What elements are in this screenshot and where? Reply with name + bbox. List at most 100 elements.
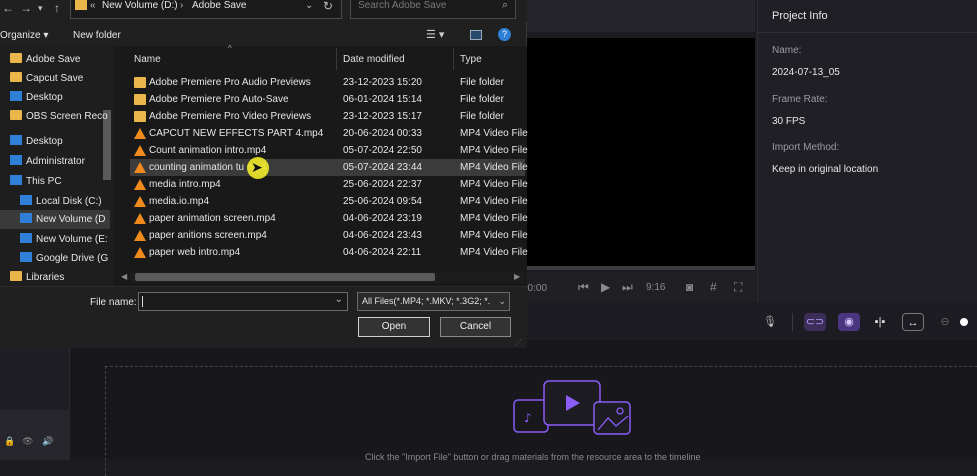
preview-progress[interactable] — [520, 266, 755, 270]
file-row[interactable]: counting animation tu mp4 05-07-2024 23:4… — [130, 159, 528, 176]
file-row[interactable]: paper web intro.mp4 04-06-2024 22:11 MP4 V… — [130, 244, 528, 261]
open-button[interactable]: Open — [358, 317, 430, 337]
resize-grip-icon[interactable]: ⋰ — [514, 338, 522, 347]
refresh-icon[interactable]: ↻ — [323, 0, 333, 13]
scroll-left-icon[interactable]: ◀ — [121, 272, 127, 281]
nav-item-label: Capcut Save — [26, 73, 84, 84]
folder-icon — [10, 72, 22, 82]
file-type: MP4 Video File — [460, 128, 528, 139]
file-row[interactable]: media.io.mp4 25-06-2024 09:54 MP4 Video Fi… — [130, 193, 528, 210]
up-icon[interactable]: ↑ — [54, 1, 60, 15]
prev-frame-icon[interactable]: ⏮ — [578, 280, 589, 295]
mouse-cursor-icon: ➤ — [251, 159, 263, 175]
view-menu-icon[interactable]: ☰ ▾ — [426, 28, 444, 41]
new-folder-button[interactable]: New folder — [73, 30, 121, 41]
player-controls — [520, 272, 755, 302]
file-type: MP4 Video File — [460, 196, 528, 207]
back-icon[interactable]: ← — [2, 1, 14, 15]
file-type: MP4 Video File — [460, 145, 528, 156]
organize-button[interactable]: Organize ▾ — [0, 30, 48, 41]
name-value: 2024-07-13_05 — [772, 67, 840, 78]
eye-icon[interactable]: 👁 — [22, 436, 33, 447]
breadcrumb-item[interactable]: Adobe Save — [192, 0, 247, 11]
nav-item-label: Desktop — [26, 136, 63, 147]
nav-item[interactable]: Administrator — [0, 152, 110, 171]
grid-icon[interactable]: # — [710, 280, 717, 294]
zoom-out-icon[interactable]: ⊖ — [934, 313, 956, 331]
file-row[interactable]: Count animation intro.mp4 05-07-2024 22:5… — [130, 142, 528, 159]
folder-icon — [10, 110, 22, 120]
fullscreen-icon[interactable]: ⛶ — [734, 280, 742, 295]
nav-item[interactable]: This PC — [0, 172, 110, 191]
drive-icon — [20, 233, 32, 243]
preview-header — [520, 0, 755, 32]
microphone-icon[interactable]: 🎙 — [759, 313, 781, 331]
file-row[interactable]: CAPCUT NEW EFFECTS PART 4.mp4 20-06-2024 … — [130, 125, 528, 142]
link-icon[interactable]: ⊂⊃ — [804, 313, 826, 331]
file-type: MP4 Video File — [460, 162, 528, 173]
file-name-input[interactable]: ⌄ — [138, 292, 348, 311]
file-row[interactable]: Adobe Premiere Pro Video Previews 23-12-2… — [130, 108, 525, 125]
magnet-icon[interactable]: ◉ — [838, 313, 860, 331]
speaker-icon[interactable]: 🔊 — [42, 436, 53, 447]
divider — [757, 32, 977, 33]
import-method-value: Keep in original location — [772, 164, 879, 175]
column-type[interactable]: Type — [460, 54, 482, 65]
nav-item[interactable]: New Volume (D — [0, 210, 110, 229]
breadcrumb-item[interactable]: New Volume (D:) — [102, 0, 178, 11]
nav-item-label: Desktop — [26, 92, 63, 103]
nav-item[interactable]: Adobe Save — [0, 50, 110, 69]
address-dropdown-icon[interactable]: ⌄ — [305, 0, 313, 11]
column-date[interactable]: Date modified — [343, 54, 405, 65]
lock-icon[interactable]: 🔒 — [4, 436, 15, 447]
recent-dropdown-icon[interactable]: ▾ — [38, 3, 43, 14]
play-icon[interactable]: ▶ — [601, 280, 610, 294]
snapshot-icon[interactable]: ◙ — [686, 280, 693, 294]
file-date: 05-07-2024 23:44 — [343, 162, 422, 173]
next-frame-icon[interactable]: ⏭ — [622, 280, 633, 295]
file-row[interactable]: media intro.mp4 25-06-2024 22:37 MP4 Video… — [130, 176, 528, 193]
file-type-select[interactable]: All Files(*.MP4; *.MKV; *.3G2; *. ⌄ — [357, 292, 510, 311]
file-row[interactable]: paper anitions screen.mp4 04-06-2024 23:4… — [130, 227, 528, 244]
nav-item[interactable]: New Volume (E: — [0, 230, 110, 249]
file-type: File folder — [460, 94, 504, 105]
vlc-file-icon — [134, 145, 146, 156]
scrollbar-thumb[interactable] — [135, 273, 435, 281]
scroll-right-icon[interactable]: ▶ — [514, 272, 520, 281]
nav-item[interactable]: Libraries — [0, 268, 110, 287]
split-icon[interactable]: ▪|▪ — [869, 313, 891, 331]
file-date: 06-01-2024 15:14 — [343, 94, 422, 105]
column-name[interactable]: Name — [134, 54, 161, 65]
svg-text:♪: ♪ — [524, 411, 532, 425]
nav-item[interactable]: Desktop — [0, 132, 110, 151]
zoom-slider-handle[interactable] — [960, 318, 968, 326]
nav-item[interactable]: Local Disk (C:) — [0, 192, 110, 211]
chevron-down-icon: ⌄ — [496, 293, 506, 310]
ratio-select[interactable]: 9:16 — [646, 282, 665, 293]
nav-item[interactable]: Google Drive (G — [0, 249, 110, 268]
preview-axis-icon[interactable]: ↔ — [902, 313, 924, 331]
file-row[interactable]: paper animation screen.mp4 04-06-2024 23:… — [130, 210, 528, 227]
column-divider[interactable] — [336, 48, 337, 70]
file-name: Adobe Premiere Pro Audio Previews — [149, 77, 311, 88]
drive-icon — [20, 195, 32, 205]
nav-item[interactable]: Capcut Save — [0, 69, 110, 88]
file-date: 04-06-2024 23:19 — [343, 213, 422, 224]
file-date: 04-06-2024 23:43 — [343, 230, 422, 241]
nav-item[interactable]: OBS Screen Reco — [0, 107, 110, 126]
forward-icon[interactable]: → — [20, 1, 32, 15]
chevron-down-icon[interactable]: ⌄ — [335, 294, 343, 305]
folder-icon — [134, 77, 146, 88]
file-row[interactable]: Adobe Premiere Pro Auto-Save 06-01-2024 1… — [130, 91, 525, 108]
nav-item[interactable]: Desktop — [0, 88, 110, 107]
file-date: 25-06-2024 22:37 — [343, 179, 422, 190]
preview-pane-icon[interactable] — [470, 30, 482, 40]
cancel-button[interactable]: Cancel — [440, 317, 511, 337]
file-type: MP4 Video File — [460, 247, 528, 258]
file-row[interactable]: Adobe Premiere Pro Audio Previews 23-12-2… — [130, 74, 525, 91]
help-icon[interactable]: ? — [498, 28, 511, 41]
column-divider[interactable] — [453, 48, 454, 70]
file-name: paper animation screen.mp4 — [149, 213, 276, 224]
name-label: Name: — [772, 45, 802, 56]
libraries-icon — [10, 271, 22, 281]
